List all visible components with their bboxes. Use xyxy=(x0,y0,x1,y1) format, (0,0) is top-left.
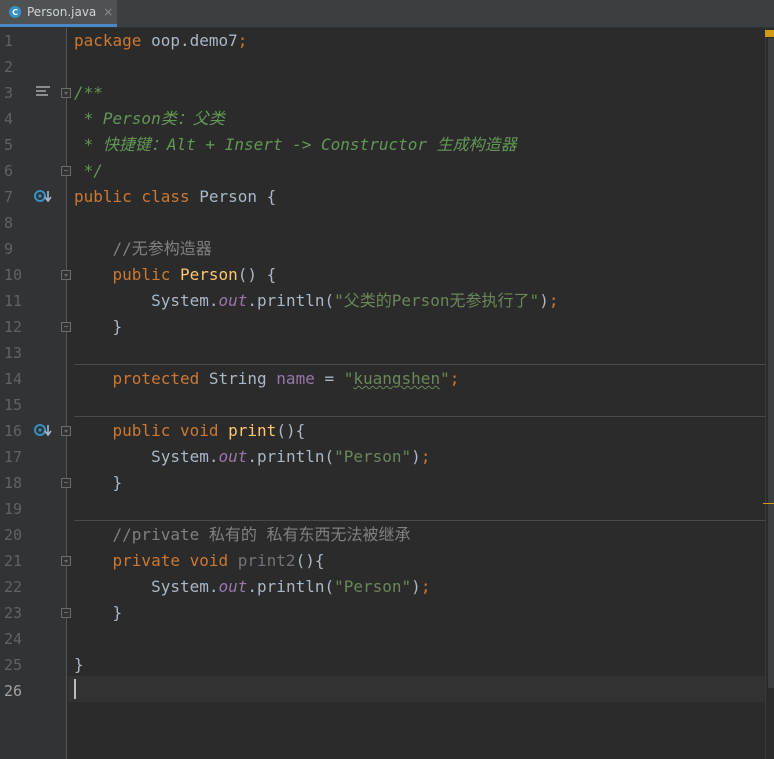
overridden-method-icon[interactable] xyxy=(34,189,52,203)
line-number: 23 xyxy=(4,604,23,622)
code-line-11: System.out.println("父类的Person无参执行了"); xyxy=(74,291,559,310)
line-number: 16 xyxy=(4,422,23,440)
line-number: 12 xyxy=(4,318,23,336)
code-line-23: } xyxy=(74,603,123,622)
warning-indicator-icon[interactable] xyxy=(765,30,774,37)
code-line-3: /** xyxy=(74,83,103,102)
code-line-10: public Person() { xyxy=(112,265,277,284)
fold-marker[interactable] xyxy=(61,478,71,488)
close-icon[interactable]: × xyxy=(103,5,113,19)
code-line-21: private void print2(){ xyxy=(112,551,325,570)
code-line-16: public void print(){ xyxy=(112,421,306,440)
code-line-14: protected String name = "kuangshen"; xyxy=(112,369,460,388)
fold-marker[interactable] xyxy=(61,88,71,98)
line-number: 26 xyxy=(4,682,23,700)
line-number: 17 xyxy=(4,448,23,466)
fold-marker[interactable] xyxy=(61,270,71,280)
doc-render-icon[interactable] xyxy=(36,86,50,98)
line-number: 15 xyxy=(4,396,23,414)
code-line-4: * Person类：父类 xyxy=(74,109,225,128)
code-line-18: } xyxy=(74,473,123,492)
method-separator xyxy=(74,416,774,417)
method-separator xyxy=(74,520,774,521)
scrollbar-thumb[interactable] xyxy=(768,38,774,688)
code-line-9: //无参构造器 xyxy=(74,239,212,258)
line-number: 20 xyxy=(4,526,23,544)
tab-label: Person.java xyxy=(27,5,97,19)
overridden-method-icon[interactable] xyxy=(34,423,52,437)
line-number: 7 xyxy=(4,188,14,206)
line-number: 2 xyxy=(4,58,14,76)
code-line-17: System.out.println("Person"); xyxy=(74,447,431,466)
line-number: 13 xyxy=(4,344,23,362)
line-number: 14 xyxy=(4,370,23,388)
fold-marker[interactable] xyxy=(61,322,71,332)
line-number: 1 xyxy=(4,32,14,50)
code-line-22: System.out.println("Person"); xyxy=(74,577,431,596)
java-class-icon: C xyxy=(9,6,21,18)
code-line-12: } xyxy=(74,317,123,336)
fold-marker[interactable] xyxy=(61,426,71,436)
line-number: 19 xyxy=(4,500,23,518)
code-line-20: //private 私有的 私有东西无法被继承 xyxy=(74,525,411,544)
line-number: 10 xyxy=(4,266,23,284)
line-number: 6 xyxy=(4,162,14,180)
code-line-6: */ xyxy=(74,161,103,180)
line-number: 18 xyxy=(4,474,23,492)
editor-tab-bar: C Person.java × xyxy=(0,0,774,28)
line-number: 3 xyxy=(4,84,14,102)
fold-marker[interactable] xyxy=(61,166,71,176)
line-number: 24 xyxy=(4,630,23,648)
warning-stripe-mark[interactable] xyxy=(763,503,774,504)
line-number: 22 xyxy=(4,578,23,596)
tab-person-java[interactable]: C Person.java × xyxy=(0,0,117,27)
current-line-highlight xyxy=(68,676,765,702)
line-number: 4 xyxy=(4,110,14,128)
line-number: 8 xyxy=(4,214,14,232)
fold-marker[interactable] xyxy=(61,556,71,566)
fold-marker[interactable] xyxy=(61,608,71,618)
text-caret xyxy=(74,679,76,699)
line-number: 5 xyxy=(4,136,14,154)
line-number: 9 xyxy=(4,240,14,258)
line-number: 11 xyxy=(4,292,23,310)
code-line-5: * 快捷键：Alt + Insert -> Constructor 生成构造器 xyxy=(74,135,517,154)
code-line-1: package oop.demo7; xyxy=(74,31,248,50)
method-separator xyxy=(74,364,774,365)
line-number: 21 xyxy=(4,552,23,570)
line-number: 25 xyxy=(4,656,23,674)
code-line-7: public class Person { xyxy=(74,187,277,206)
code-line-25: } xyxy=(74,655,84,674)
